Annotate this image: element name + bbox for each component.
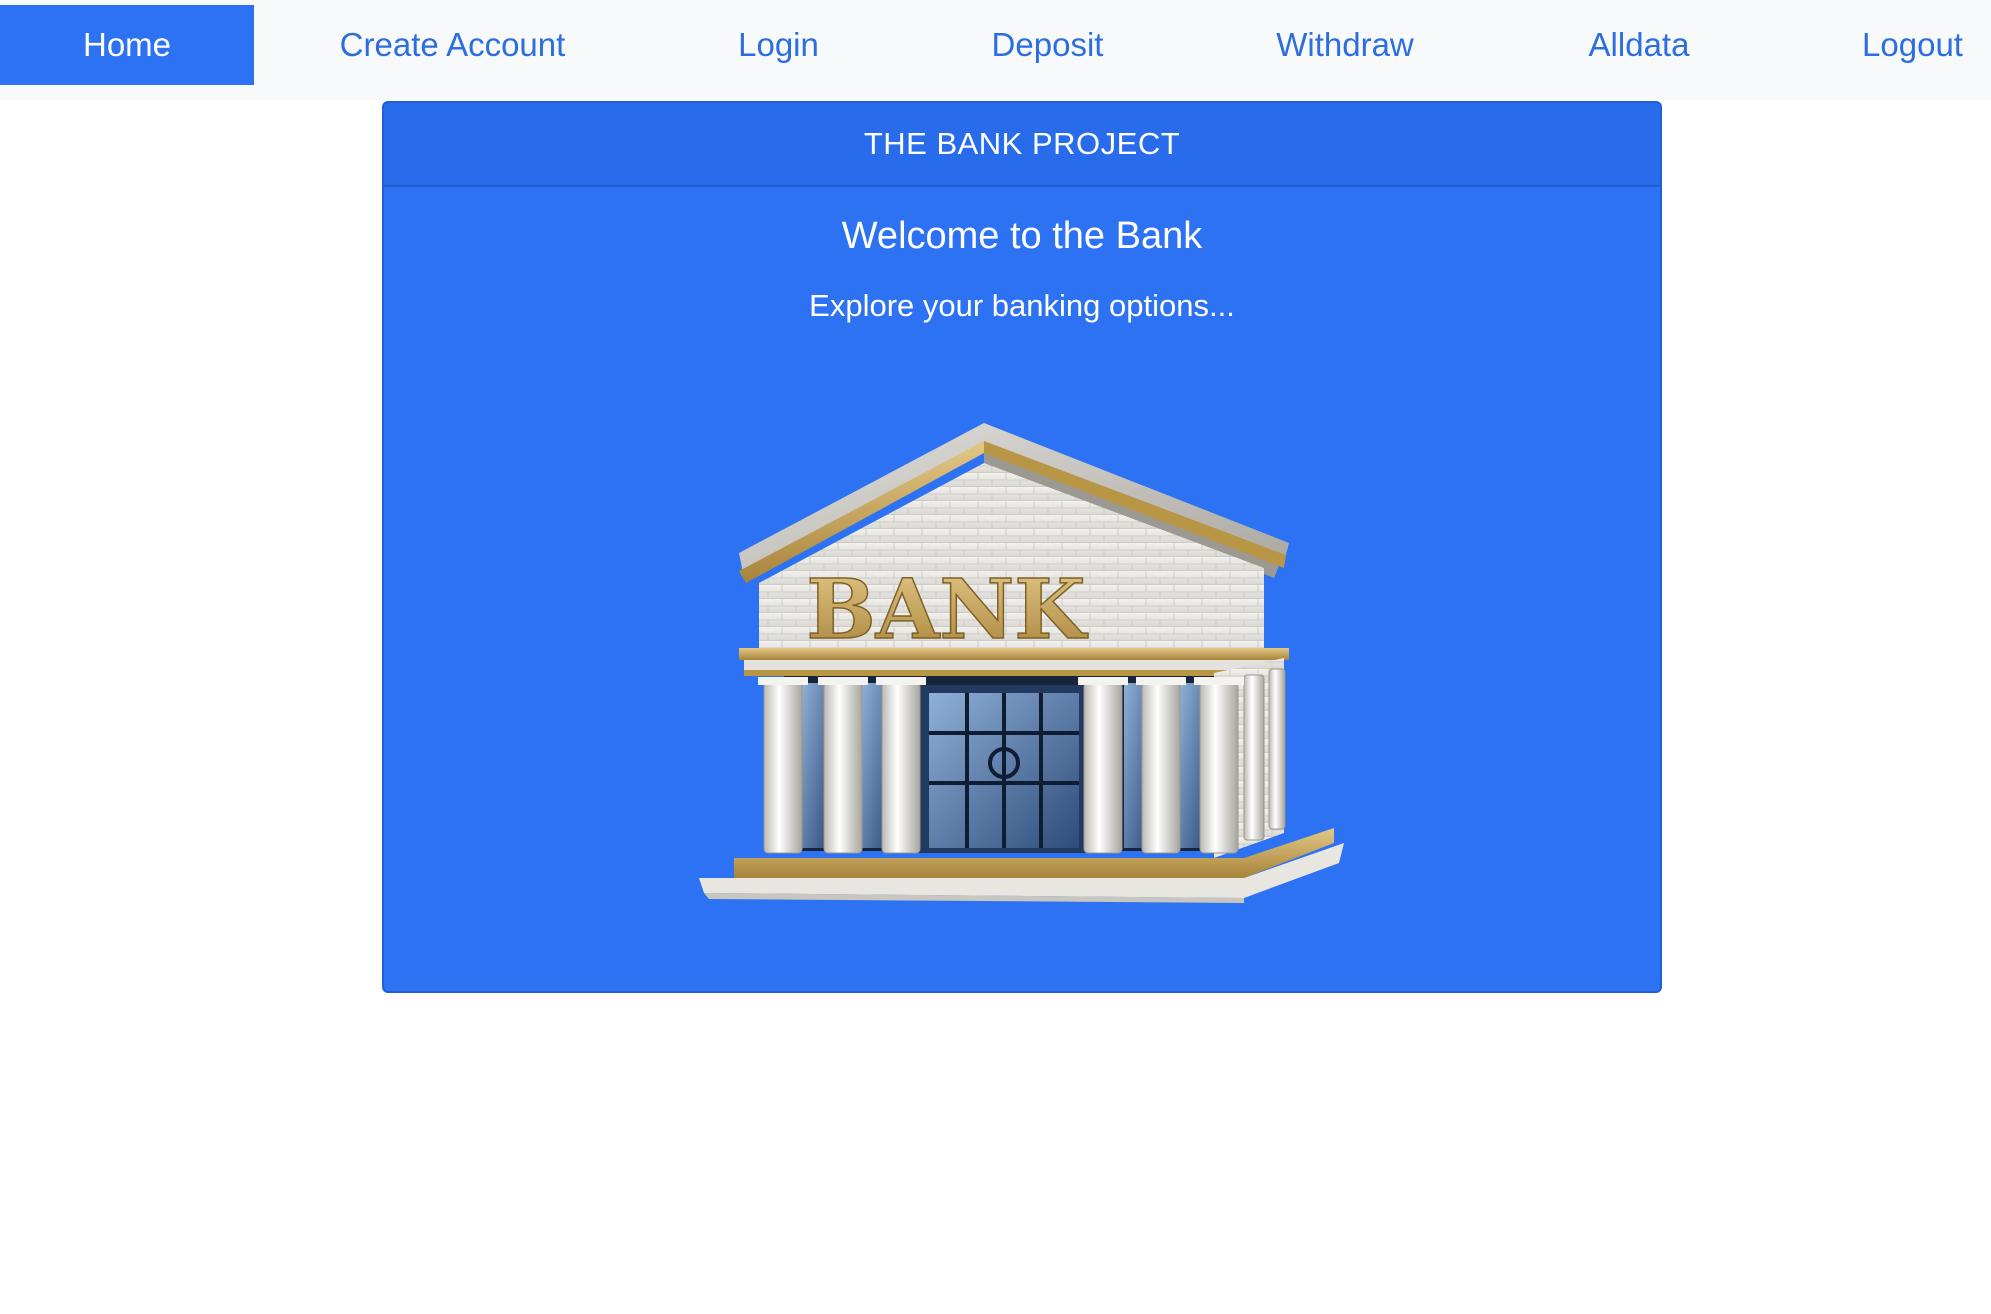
card-header: THE BANK PROJECT [384, 103, 1660, 187]
top-navbar: Home Create Account Login Deposit Withdr… [0, 0, 1991, 100]
nav-home-link[interactable]: Home [0, 5, 254, 85]
nav-withdraw-link[interactable]: Withdraw [1255, 5, 1435, 85]
nav-login-link[interactable]: Login [700, 5, 857, 85]
nav-logout-link[interactable]: Logout [1845, 5, 1980, 85]
nav-alldata-link[interactable]: Alldata [1565, 5, 1713, 85]
nav-create-account-link[interactable]: Create Account [320, 5, 585, 85]
bank-card: THE BANK PROJECT Welcome to the Bank Exp… [382, 101, 1662, 993]
bank-building-icon: BANK [699, 423, 1344, 903]
card-subtitle: Explore your banking options... [809, 288, 1235, 323]
nav-deposit-link[interactable]: Deposit [965, 5, 1130, 85]
card-title: Welcome to the Bank [841, 215, 1203, 257]
bank-sign-text: BANK [806, 562, 1088, 658]
